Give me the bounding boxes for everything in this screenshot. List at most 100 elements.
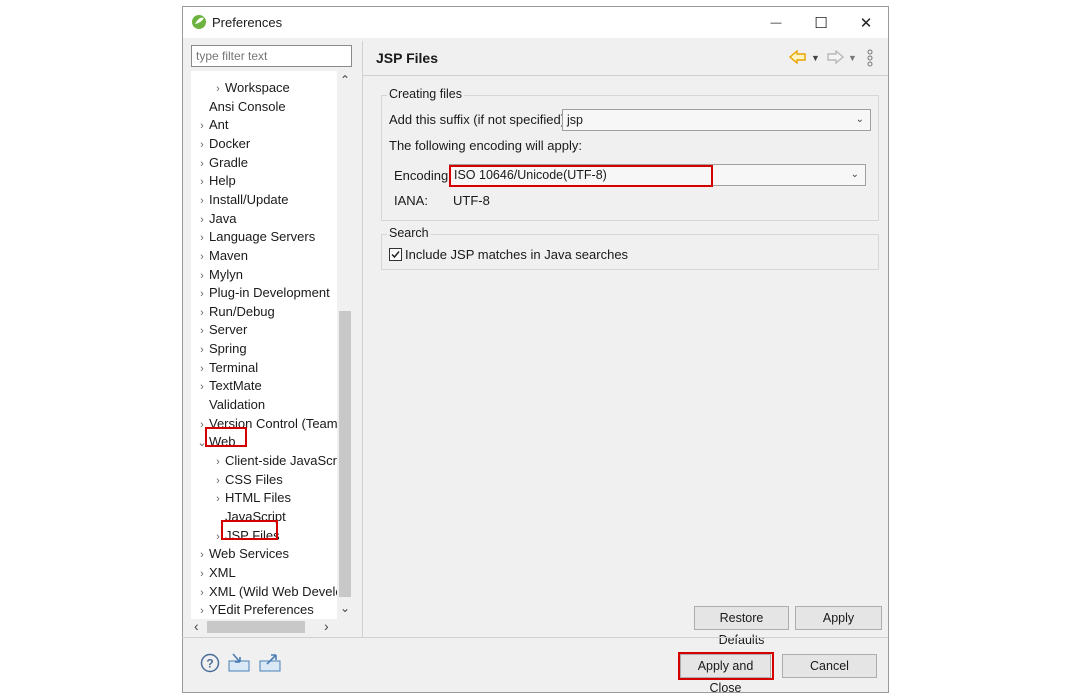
chevron-right-icon[interactable]: › [211,453,225,471]
apply-and-close-highlight-box [678,652,774,680]
chevron-right-icon[interactable]: › [195,584,209,602]
tree-item-label: Terminal [209,359,259,375]
tree-item-label: Gradle [209,154,249,170]
chevron-right-icon[interactable]: › [211,472,225,490]
restore-defaults-button[interactable]: Restore Defaults [694,606,789,647]
chevron-right-icon[interactable]: › [195,267,209,285]
cancel-button[interactable]: Cancel [782,654,877,678]
chevron-right-icon[interactable]: › [195,173,209,191]
tree-item[interactable]: › Docker [195,135,250,153]
scroll-up-icon[interactable]: ⌃ [338,73,352,87]
tree-item-label: Server [209,322,248,338]
chevron-right-icon[interactable]: › [195,565,209,583]
preferences-window: Preferences — ☐ ✕ ›WorkspaceAnsi Console… [182,6,889,695]
tree-item-label: XML [209,564,236,580]
include-jsp-checkbox[interactable] [389,248,402,261]
forward-arrow-icon[interactable] [826,50,844,64]
scroll-down-icon[interactable]: ⌄ [338,601,352,615]
tree-vertical-scroll-thumb[interactable] [339,311,351,597]
tree-item[interactable]: › Language Servers [195,228,315,246]
scroll-left-icon[interactable]: ‹ [194,618,199,634]
tree-item-label: Mylyn [209,266,243,282]
chevron-right-icon[interactable]: › [195,117,209,135]
chevron-right-icon[interactable]: › [195,602,209,619]
suffix-value: jsp [567,113,583,127]
filter-input[interactable] [191,45,352,67]
chevron-right-icon[interactable]: › [195,304,209,322]
iana-value: UTF-8 [453,193,490,208]
tree-item-label: Docker [209,135,251,151]
tree-item[interactable]: › HTML Files [211,489,291,507]
tree-item[interactable]: › Plug-in Development [195,284,330,302]
tree-item[interactable]: › Install/Update [195,191,288,210]
suffix-combo[interactable]: jsp ⌄ [562,109,871,131]
chevron-right-icon[interactable]: › [211,490,225,508]
chevron-right-icon[interactable]: › [195,341,209,359]
back-dropdown-icon[interactable]: ▼ [811,53,820,63]
tree-item[interactable]: › TextMate [195,377,262,395]
tree-item-label: Web Services [209,546,289,562]
chevron-right-icon[interactable]: › [195,248,209,266]
view-menu-icon[interactable] [867,49,873,67]
tree-horizontal-scroll-thumb[interactable] [207,621,305,633]
tree-item-label: Plug-in Development [209,285,330,301]
chevron-right-icon[interactable]: › [195,360,209,378]
tree-item[interactable]: › Client-side JavaScript [211,452,351,470]
tree-item-label: Run/Debug [209,303,275,319]
tree-item[interactable]: › Gradle [195,154,248,172]
minimize-button[interactable]: — [761,11,791,35]
chevron-right-icon[interactable]: › [195,192,209,210]
web-highlight-box [205,427,247,447]
import-icon[interactable] [228,653,250,673]
iana-label: IANA: [394,193,428,208]
chevron-right-icon[interactable]: › [195,285,209,303]
chevron-right-icon[interactable]: › [195,211,209,229]
tree-item-label: Validation [209,397,266,413]
chevron-right-icon[interactable]: › [195,155,209,173]
tree-item-label: Client-side JavaScript [225,453,351,468]
tree-item-label: Maven [209,247,249,263]
maximize-button[interactable]: ☐ [806,11,836,35]
chevron-right-icon[interactable]: › [195,229,209,247]
chevron-right-icon[interactable]: › [195,136,209,154]
chevron-right-icon[interactable]: › [211,80,225,98]
tree-item[interactable]: › XML [195,564,236,582]
chevron-right-icon[interactable]: › [195,546,209,564]
tree-item[interactable]: › Workspace [211,79,290,97]
jsp-files-highlight-box [221,520,278,540]
tree-item[interactable]: Ansi Console [195,98,286,116]
tree-item[interactable]: › Java [195,210,236,228]
encoding-label: Encoding: [394,168,452,183]
encoding-highlight-box [449,165,713,187]
tree-item[interactable]: › Ant [195,116,228,135]
tree-item-label: HTML Files [225,490,291,506]
export-icon[interactable] [259,653,281,673]
tree-item[interactable]: › Maven [195,247,248,265]
app-logo-icon [191,14,207,30]
tree-item[interactable]: › Terminal [195,359,258,377]
close-button[interactable]: ✕ [851,11,881,35]
tree-item[interactable]: › XML (Wild Web Developer) [195,583,351,601]
tree-item-label: Help [209,173,236,189]
scroll-right-icon[interactable]: › [324,618,329,634]
tree-item-label: TextMate [209,378,262,394]
tree-item-label: CSS Files [225,471,283,487]
forward-dropdown-icon[interactable]: ▼ [848,53,857,63]
tree-item-label: Spring [209,341,247,357]
tree-item[interactable]: Validation [195,396,265,414]
chevron-right-icon[interactable]: › [195,378,209,396]
help-icon[interactable]: ? [200,653,220,673]
tree-item[interactable]: › Server [195,321,247,339]
tree-item[interactable]: › Spring [195,340,247,359]
back-arrow-icon[interactable] [789,50,807,64]
tree-item[interactable]: › Help [195,172,236,190]
apply-button[interactable]: Apply [795,606,882,630]
chevron-right-icon[interactable]: › [195,322,209,340]
tree-item[interactable]: › Mylyn [195,266,243,284]
tree-item[interactable]: › YEdit Preferences [195,601,314,619]
svg-text:?: ? [206,657,213,671]
tree-item[interactable]: › Web Services [195,545,289,563]
tree-item-label: Language Servers [209,229,316,245]
tree-item[interactable]: › CSS Files [211,471,283,489]
tree-item[interactable]: › Run/Debug [195,303,275,321]
